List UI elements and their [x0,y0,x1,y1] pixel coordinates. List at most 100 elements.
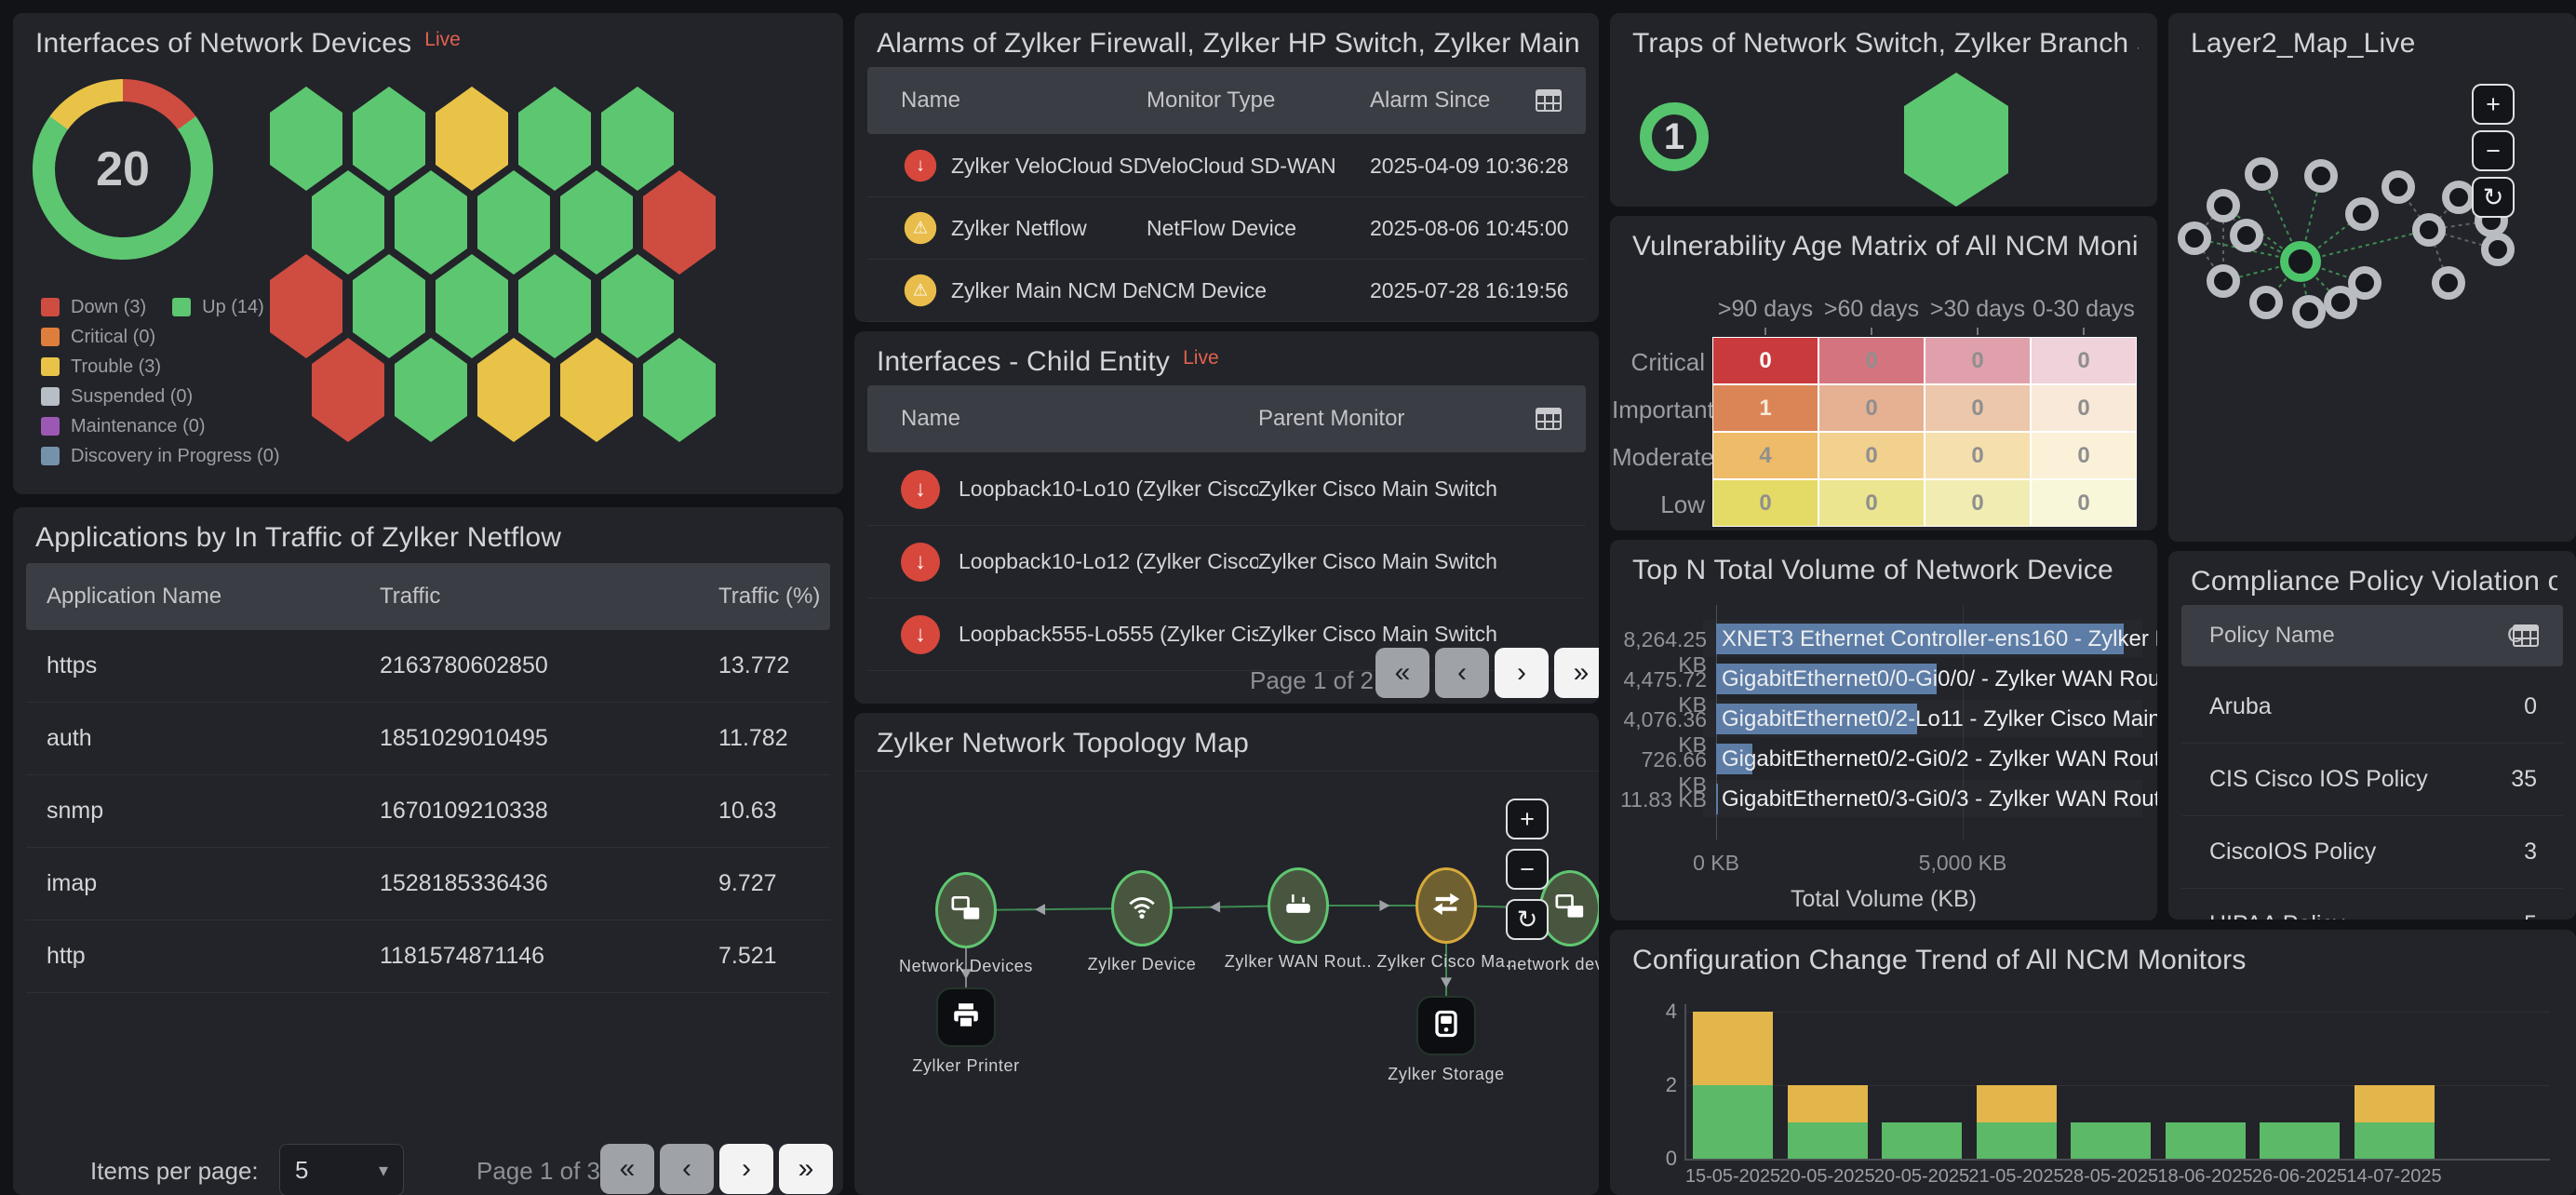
interface-hexagon-trouble[interactable] [477,338,550,442]
trend-bar[interactable] [1788,1085,1868,1159]
interface-hexagon-down[interactable] [270,254,342,358]
interface-hexagon-down[interactable] [643,170,716,275]
interface-hexagon-up[interactable] [477,170,550,275]
last-page-button[interactable]: » [779,1144,833,1194]
first-page-button[interactable]: « [600,1144,654,1194]
layer2-node[interactable] [2304,159,2338,193]
table-row[interactable]: Aruba0 [2181,671,2563,744]
trend-bar[interactable] [1693,1012,1773,1159]
trend-bar[interactable] [2355,1085,2435,1159]
interface-hexagon-up[interactable] [395,338,467,442]
table-row[interactable]: CiscoIOS Policy3 [2181,816,2563,889]
interface-hexagon-up[interactable] [353,87,425,191]
layer2-node[interactable] [2207,189,2240,222]
trend-bar[interactable] [1977,1085,2057,1159]
zoom-in-button[interactable]: + [1506,799,1549,839]
table-row[interactable]: auth185102901049511.782 [26,703,830,775]
prev-page-button[interactable]: ‹ [1435,648,1489,698]
topology-node-group[interactable] [935,872,997,948]
layer2-hub-node[interactable] [2280,241,2321,282]
zoom-in-button[interactable]: + [2472,84,2515,125]
topology-node-wifi[interactable] [1111,870,1173,947]
trend-bar[interactable] [2071,1122,2151,1160]
matrix-cell[interactable]: 0 [1925,337,2031,384]
layer2-node[interactable] [2245,157,2278,191]
interface-hexagon-up[interactable] [518,87,591,191]
matrix-cell[interactable]: 1 [1712,384,1818,432]
table-row[interactable]: imap15281853364369.727 [26,848,830,920]
table-icon[interactable] [2513,624,2539,647]
topology-node-storage[interactable] [1416,996,1476,1055]
interface-hexagon-up[interactable] [601,254,674,358]
interface-hexagon-up[interactable] [353,254,425,358]
matrix-cell[interactable]: 0 [2031,384,2137,432]
layer2-node[interactable] [2381,170,2415,204]
items-per-page-select[interactable]: 5 ▾ [279,1144,404,1195]
topology-node-router[interactable] [1268,867,1329,944]
topology-node-switch[interactable] [1415,867,1477,944]
table-row[interactable]: HIPAA Policy5 [2181,889,2563,920]
table-row[interactable]: ↓Loopback10-Lo12 (Zylker Cisco Main S...… [867,526,1586,598]
matrix-cell[interactable]: 0 [1712,479,1818,527]
traps-status-hexagon[interactable] [1904,73,2008,207]
zoom-out-button[interactable]: − [1506,849,1549,890]
zoom-out-button[interactable]: − [2472,130,2515,171]
interface-hexagon-trouble[interactable] [436,87,508,191]
layer2-node[interactable] [2249,286,2283,319]
layer2-node[interactable] [2292,295,2326,329]
volume-bar[interactable] [1716,784,1718,814]
prev-page-button[interactable]: ‹ [660,1144,714,1194]
matrix-cell[interactable]: 0 [2031,479,2137,527]
interface-hexagon-up[interactable] [312,170,384,275]
next-page-button[interactable]: › [719,1144,773,1194]
layer2-node[interactable] [2412,213,2446,247]
interface-hexagon-down[interactable] [312,338,384,442]
table-icon[interactable] [1536,408,1562,430]
table-row[interactable]: ↓Zylker VeloCloud SD-W...VeloCloud SD-WA… [867,135,1586,197]
layer2-node[interactable] [2178,222,2211,255]
matrix-cell[interactable]: 0 [1925,432,2031,479]
layer2-node[interactable] [2348,266,2381,300]
next-page-button[interactable]: › [1495,648,1549,698]
matrix-cell[interactable]: 0 [1712,337,1818,384]
matrix-cell[interactable]: 0 [2031,432,2137,479]
topology-node-printer[interactable] [936,987,996,1047]
interface-hexagon-up[interactable] [643,338,716,442]
layer2-node[interactable] [2207,264,2240,298]
last-page-button[interactable]: » [1554,648,1599,698]
table-row[interactable]: snmp167010921033810.63 [26,775,830,848]
layer2-node[interactable] [2481,233,2515,266]
matrix-cell[interactable]: 4 [1712,432,1818,479]
table-row[interactable]: http11815748711467.521 [26,920,830,993]
interface-hexagon-up[interactable] [601,87,674,191]
table-icon[interactable] [1536,89,1562,112]
table-row[interactable]: ⚠Zylker Main NCM DeviceNCM Device2025-07… [867,260,1586,322]
first-page-button[interactable]: « [1375,648,1429,698]
matrix-cell[interactable]: 0 [1818,384,1925,432]
matrix-cell[interactable]: 0 [1818,432,1925,479]
interface-hexagon-up[interactable] [395,170,467,275]
matrix-cell[interactable]: 0 [1818,479,1925,527]
trend-bar[interactable] [2260,1122,2340,1160]
interface-hexagon-up[interactable] [436,254,508,358]
matrix-cell[interactable]: 0 [1925,384,2031,432]
interface-hexagon-trouble[interactable] [560,338,633,442]
trend-bar[interactable] [1882,1122,1962,1160]
refresh-button[interactable]: ↻ [1506,899,1549,940]
layer2-node[interactable] [2345,197,2379,231]
interface-hexagon-up[interactable] [270,87,342,191]
table-row[interactable]: ↓Loopback10-Lo10 (Zylker Cisco Main ...Z… [867,453,1586,526]
table-row[interactable]: ⚠Zylker NetflowNetFlow Device2025-08-06 … [867,197,1586,260]
traps-count-ring[interactable]: 1 [1640,102,1709,171]
layer2-node[interactable] [2442,181,2475,214]
matrix-cell[interactable]: 0 [2031,337,2137,384]
layer2-node[interactable] [2230,219,2263,252]
matrix-cell[interactable]: 0 [1925,479,2031,527]
interface-hexagon-up[interactable] [560,170,633,275]
layer2-node[interactable] [2432,266,2465,300]
table-row[interactable]: CIS Cisco IOS Policy35 [2181,744,2563,816]
interface-hexagon-up[interactable] [518,254,591,358]
trend-bar[interactable] [2166,1122,2246,1160]
matrix-cell[interactable]: 0 [1818,337,1925,384]
refresh-button[interactable]: ↻ [2472,177,2515,218]
